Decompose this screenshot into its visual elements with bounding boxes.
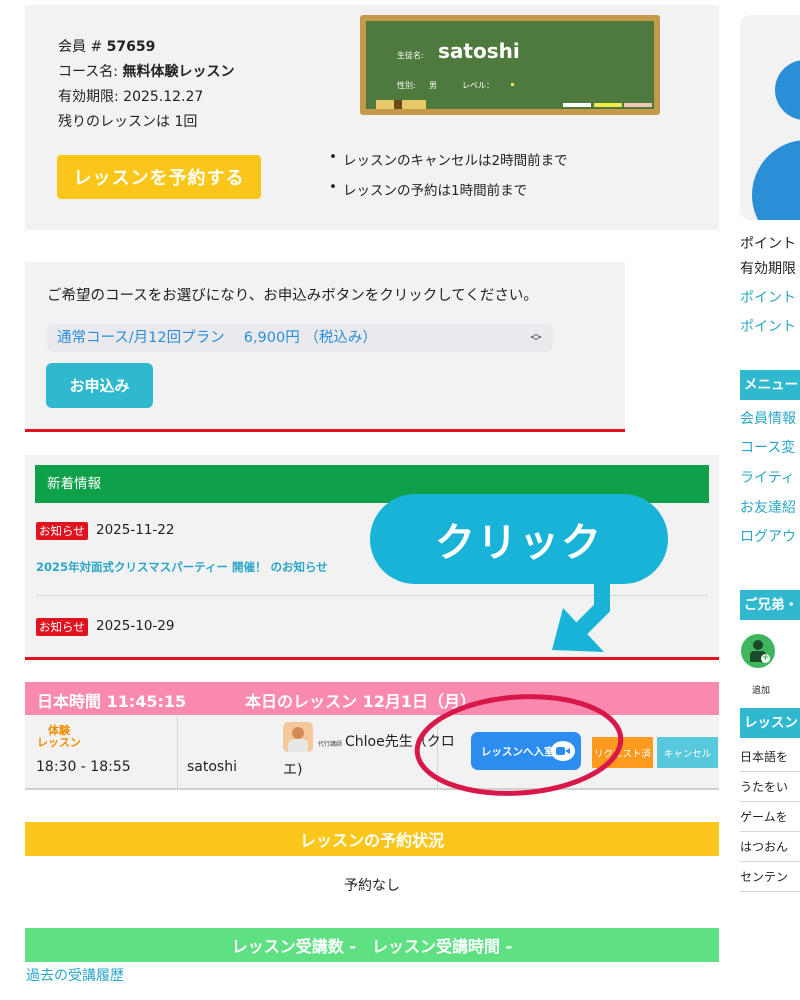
annotation-circle-icon: [414, 694, 624, 796]
annotation-overlay: [414, 578, 624, 796]
annotation-arrow-icon: [572, 578, 610, 638]
